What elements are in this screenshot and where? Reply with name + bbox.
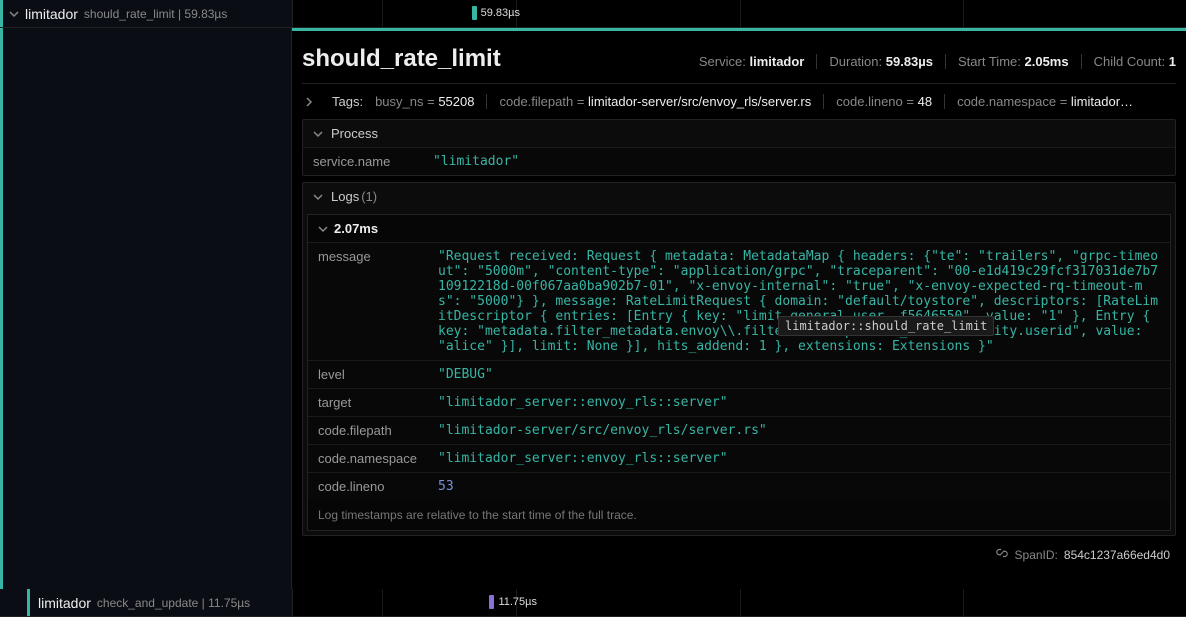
chevron-down-icon (316, 222, 330, 236)
link-icon[interactable] (995, 546, 1009, 563)
chevron-down-icon (311, 127, 325, 141)
log-entry: 2.07ms message "Request received: Reques… (307, 214, 1171, 531)
log-kv-row: code.namespace "limitador_server::envoy_… (308, 444, 1170, 472)
tags-label: Tags: (332, 94, 363, 109)
hover-tooltip: limitador::should_rate_limit (778, 316, 994, 336)
tag-item: busy_ns = 55208 (375, 94, 487, 109)
chevron-right-icon[interactable] (302, 95, 316, 109)
process-header[interactable]: Process (303, 120, 1175, 147)
timeline: 11.75µs (292, 589, 1186, 616)
chevron-down-icon[interactable] (7, 7, 21, 21)
log-kv-row: code.filepath "limitador-server/src/envo… (308, 416, 1170, 444)
detail-child-count: Child Count: 1 (1082, 54, 1176, 69)
log-timestamp[interactable]: 2.07ms (308, 215, 1170, 242)
span-duration-label: 59.83µs (481, 7, 520, 19)
logs-section: Logs (1) 2.07ms message "Request receive… (302, 182, 1176, 536)
span-row-top[interactable]: limitador should_rate_limit | 59.83µs 59… (0, 0, 1186, 28)
tags-row[interactable]: Tags: busy_ns = 55208 code.filepath = li… (302, 84, 1176, 119)
process-section: Process service.name "limitador" (302, 119, 1176, 176)
span-row-bottom[interactable]: limitador check_and_update | 11.75µs 11.… (0, 589, 1186, 617)
span-detail-panel: should_rate_limit Service: limitador Dur… (292, 28, 1186, 589)
span-id-row: SpanID: 854c1237a66ed4d0 (302, 542, 1176, 567)
tag-item: code.lineno = 48 (836, 94, 945, 109)
tag-item: code.namespace = limitador… (957, 94, 1145, 109)
timeline: 59.83µs (292, 0, 1186, 27)
log-kv-row: level "DEBUG" (308, 360, 1170, 388)
span-bar (472, 6, 477, 20)
chevron-down-icon (311, 190, 325, 204)
span-bar (489, 595, 494, 609)
logs-footer-note: Log timestamps are relative to the start… (308, 500, 1170, 530)
detail-title: should_rate_limit (302, 45, 687, 73)
span-service: limitador (38, 595, 91, 611)
detail-duration: Duration: 59.83µs (817, 54, 946, 69)
log-kv-row: code.lineno 53 (308, 472, 1170, 500)
log-kv-row: message "Request received: Request { met… (308, 242, 1170, 360)
span-operation: check_and_update | 11.75µs (97, 596, 250, 610)
detail-header: should_rate_limit Service: limitador Dur… (302, 41, 1176, 84)
log-kv-row: target "limitador_server::envoy_rls::ser… (308, 388, 1170, 416)
span-operation: should_rate_limit | 59.83µs (84, 7, 227, 21)
span-service: limitador (25, 6, 78, 22)
detail-service: Service: limitador (687, 54, 818, 69)
span-duration-label: 11.75µs (498, 596, 537, 608)
process-kv-row: service.name "limitador" (303, 147, 1175, 175)
timeline-left-gutter (0, 28, 292, 589)
detail-start-time: Start Time: 2.05ms (946, 54, 1082, 69)
logs-header[interactable]: Logs (1) (303, 183, 1175, 210)
tag-item: code.filepath = limitador-server/src/env… (499, 94, 824, 109)
